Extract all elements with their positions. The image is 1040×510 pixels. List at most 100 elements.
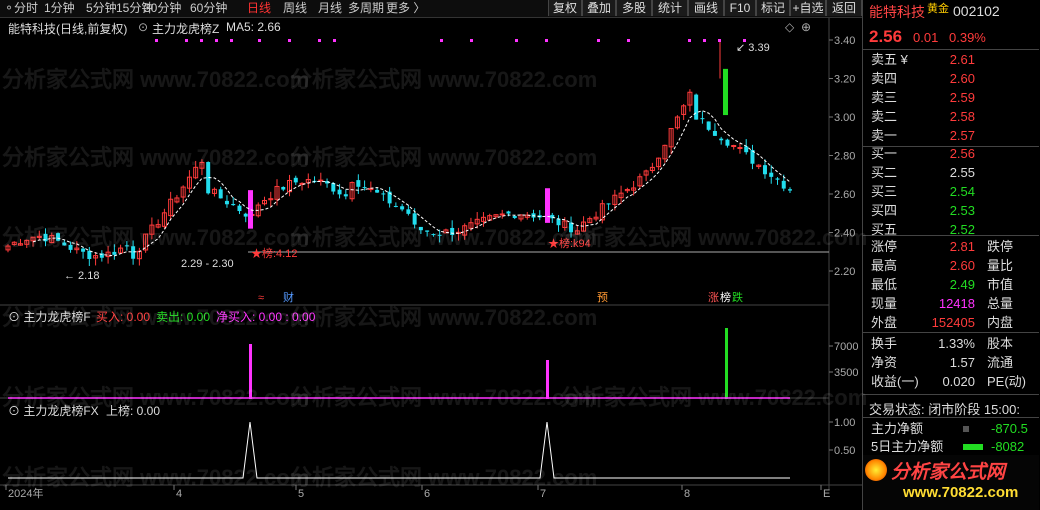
quote-price: 2.57 <box>949 128 975 143</box>
quote-label: 卖五 ¥ <box>871 52 908 67</box>
toolbar-button[interactable]: 画线 <box>688 0 724 16</box>
price-tick-label: 3.20 <box>834 74 855 86</box>
quote-price: 2.54 <box>949 184 975 199</box>
signal-dot <box>318 39 321 42</box>
event-marker: 财 <box>283 290 294 304</box>
x-tick-label: 4 <box>176 488 182 500</box>
stat-row: 换手 1.33% 股本 <box>863 334 1039 354</box>
chart-title: 能特科技(日线,前复权) <box>8 22 128 36</box>
logo-text: 分析家公式网 <box>891 462 1006 483</box>
candle <box>506 211 511 214</box>
expand-icon[interactable]: ⊕ <box>801 20 811 34</box>
candle <box>362 187 367 189</box>
price-tick-label: 3.40 <box>834 35 855 47</box>
menu-icon[interactable]: ⚬ <box>4 1 14 16</box>
period-tab[interactable]: 月线 <box>318 1 342 16</box>
toolbar-button[interactable]: F10 <box>724 0 756 16</box>
toolbar-button[interactable]: 复权 <box>548 0 582 16</box>
signal-dot <box>215 39 218 42</box>
flow-label: 主力净额 <box>871 421 924 436</box>
candle <box>393 205 398 207</box>
stat-row: 现量 12418 总量 <box>863 294 1039 314</box>
panel2-buy: 买入: 0.00 <box>96 310 151 324</box>
candle <box>318 179 324 182</box>
toolbar-button[interactable]: 多股 <box>616 0 652 16</box>
period-tab[interactable]: 多周期 <box>348 1 384 16</box>
candle <box>731 145 737 148</box>
candle <box>281 186 286 190</box>
bang-label: ★榜:k94 <box>548 236 591 250</box>
signal-dot <box>258 39 261 42</box>
candle <box>775 178 780 180</box>
quote-price: 2.60 <box>949 71 975 86</box>
signal-dot <box>597 39 600 42</box>
candle <box>706 121 711 130</box>
period-tab[interactable]: 1分钟 <box>44 1 75 16</box>
candle <box>499 213 505 216</box>
candle <box>569 222 574 233</box>
stat-label: 总量 <box>987 296 1014 311</box>
candle <box>412 213 417 225</box>
trade-status: 交易状态: 闭市阶段 15:00: <box>869 402 1020 417</box>
quote-row: 买四 2.53 <box>863 201 1039 221</box>
stat-label: 换手 <box>871 336 898 351</box>
period-tab[interactable]: 60分钟 <box>190 1 227 16</box>
candle <box>400 206 405 210</box>
stat-label: PE(动) <box>987 374 1027 389</box>
signal-dot <box>155 39 158 42</box>
flow-value: -870.5 <box>991 421 1028 436</box>
stat-row: 收益(一) 0.020 PE(动) <box>863 372 1039 392</box>
low-label: ← 2.18 <box>64 270 99 282</box>
candle <box>769 172 774 177</box>
toolbar-button[interactable]: 统计 <box>652 0 688 16</box>
stat-label: 股本 <box>987 336 1014 351</box>
candle <box>112 251 117 255</box>
panel2-sell: 卖出: 0.00 <box>156 310 211 324</box>
signal-dot <box>440 39 443 42</box>
quote-price: 2.55 <box>949 165 975 180</box>
logo-url: www.70822.com <box>903 484 1019 501</box>
period-tab[interactable]: 更多 〉 <box>386 1 425 16</box>
period-tab[interactable]: 日线 <box>247 1 271 16</box>
quote-label: 卖一 <box>871 128 898 143</box>
indicator-name[interactable]: 主力龙虎榜Z <box>152 20 219 37</box>
kline-chart[interactable]: 3.40 3.20 3.00 2.80 2.60 2.40 2.20 ↙ 3.39 ← 2.18… <box>0 18 862 510</box>
period-tab[interactable]: 周线 <box>283 1 307 16</box>
panel2-collapse-icon[interactable]: ⊙ <box>8 310 23 324</box>
x-tick-label: 8 <box>684 488 690 500</box>
signal-dot <box>230 39 233 42</box>
signal-dot <box>688 39 691 42</box>
bang-candle <box>248 190 253 229</box>
candle <box>425 230 430 232</box>
signal-dot <box>627 39 630 42</box>
collapse-icon[interactable]: ⊙ <box>138 20 148 34</box>
quote-row: 卖二 2.58 <box>863 107 1039 127</box>
stat-label: 外盘 <box>871 315 898 330</box>
quote-label: 买四 <box>871 203 898 218</box>
stat-row: 最低 2.49 市值 <box>863 275 1039 295</box>
panel2-name[interactable]: ⊙ 主力龙虎榜F <box>8 308 91 325</box>
toolbar-button[interactable]: 标记 <box>756 0 790 16</box>
stat-row: 涨停 2.81 跌停 <box>863 237 1039 257</box>
panel3-collapse-icon[interactable]: ⊙ <box>8 404 23 418</box>
stat-label: 跌停 <box>987 239 1014 254</box>
x-tick-label: E <box>823 488 830 500</box>
candle <box>700 118 705 120</box>
toolbar-button[interactable]: 叠加 <box>582 0 616 16</box>
stat-label: 净资 <box>871 355 898 370</box>
toolbar-button[interactable]: 返回 <box>826 0 862 16</box>
period-tab[interactable]: 30分钟 <box>144 1 181 16</box>
panel3-name[interactable]: ⊙ 主力龙虎榜FX <box>8 402 99 419</box>
logo-banner[interactable]: 分析家公式网 www.70822.com <box>863 455 1039 510</box>
stat-label: 最低 <box>871 277 898 292</box>
candle <box>375 189 380 193</box>
period-tab[interactable]: 5分钟 <box>86 1 117 16</box>
flow-value: -8082 <box>991 439 1025 454</box>
price-tick-label: 2.40 <box>834 228 855 240</box>
period-tab[interactable]: 分时 <box>14 1 38 16</box>
toolbar-button[interactable]: +自选 <box>790 0 826 16</box>
bang-candle <box>545 188 550 223</box>
candle <box>512 215 517 218</box>
stat-row: 外盘 152405 内盘 <box>863 313 1039 333</box>
diamond-icon[interactable]: ◇ <box>785 20 794 34</box>
